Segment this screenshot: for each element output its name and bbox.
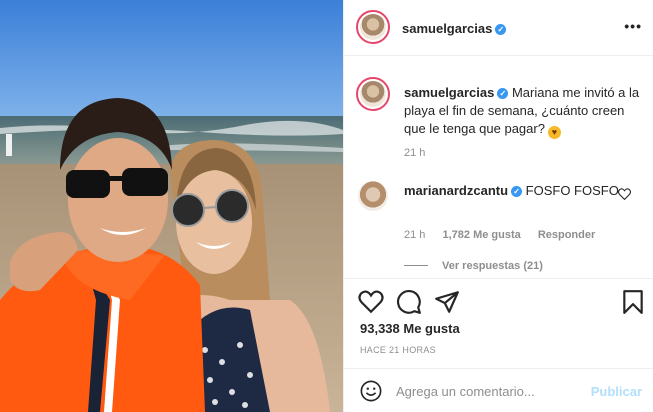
caption-author-avatar[interactable]: [356, 77, 390, 111]
comment-input[interactable]: [396, 381, 576, 401]
replies-divider-line: [404, 265, 428, 266]
paper-plane-icon[interactable]: [434, 289, 460, 315]
comment-text: FOSFO FOSFO: [525, 183, 619, 198]
caption-username[interactable]: samuelgarcias: [404, 85, 494, 100]
post-caption: samuelgarcias ✓ Mariana me invitó a la pl…: [404, 84, 644, 139]
comment-username[interactable]: marianardzcantu: [404, 183, 508, 198]
author-username-row: samuelgarcias ✓: [402, 20, 507, 38]
like-count[interactable]: 93,338 Me gusta: [360, 321, 460, 336]
heart-icon[interactable]: [358, 289, 384, 315]
bookmark-icon[interactable]: [620, 289, 646, 315]
post-sidebar: samuelgarcias ✓ ••• samuelgarcias ✓ Marian…: [343, 0, 653, 412]
caption-timestamp[interactable]: 21 h: [404, 147, 425, 159]
comment-likes[interactable]: 1,782 Me gusta: [442, 229, 520, 241]
verified-badge-icon: ✓: [497, 88, 509, 99]
author-username[interactable]: samuelgarcias: [402, 21, 492, 36]
post-date[interactable]: HACE 21 HORAS: [360, 345, 436, 355]
post-actions-bar: [344, 278, 653, 326]
view-replies-button[interactable]: Ver respuestas (21): [404, 260, 543, 272]
post-photo[interactable]: [0, 0, 343, 412]
author-avatar[interactable]: [356, 10, 390, 44]
verified-badge-icon: ✓: [495, 24, 507, 35]
comment-composer: Publicar: [344, 368, 653, 412]
verified-badge-icon: ✓: [511, 186, 523, 197]
comment: marianardzcantu ✓ FOSFO FOSFO: [404, 182, 624, 200]
comment-timestamp[interactable]: 21 h: [404, 229, 425, 241]
comment-like-heart-icon[interactable]: [618, 188, 631, 200]
winking-kiss-emoji-icon: ♥: [547, 126, 561, 139]
smiley-icon[interactable]: [360, 380, 382, 402]
beach-selfie-image: [0, 0, 343, 412]
comment-icon[interactable]: [396, 289, 422, 315]
post-header: samuelgarcias ✓ •••: [344, 0, 653, 56]
commenter-avatar[interactable]: [358, 181, 388, 211]
reply-button[interactable]: Responder: [538, 229, 595, 241]
view-replies-label: Ver respuestas (21): [442, 260, 543, 272]
more-options-icon[interactable]: •••: [624, 18, 642, 34]
publish-button[interactable]: Publicar: [591, 384, 642, 399]
comment-meta: 21 h 1,782 Me gusta Responder: [404, 229, 609, 241]
